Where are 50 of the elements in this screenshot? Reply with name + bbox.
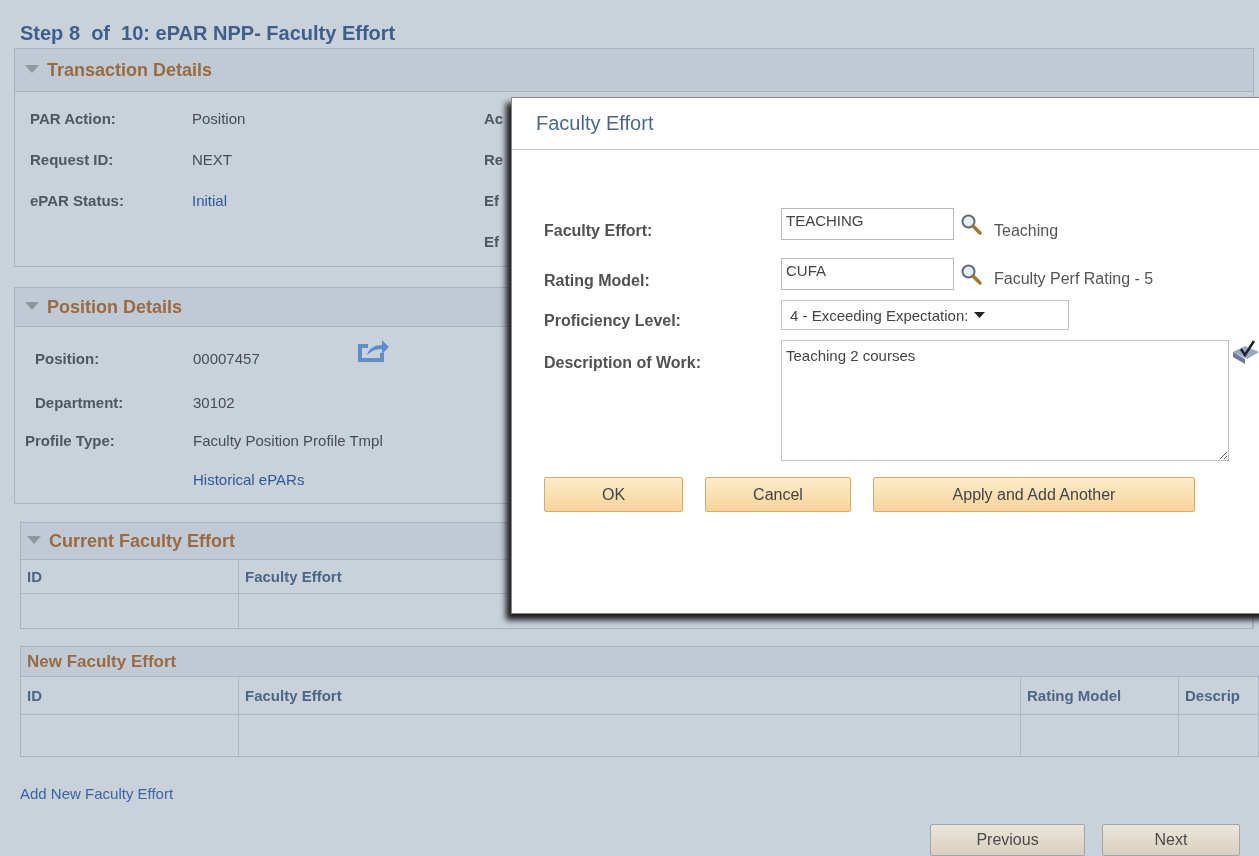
field-label: Position: [34,349,101,367]
column-header: Rating Model [1021,677,1179,715]
collapse-icon[interactable] [25,302,39,312]
field-label: Request ID: [30,151,115,168]
section-title: Position Details [47,296,183,318]
dialog-button[interactable]: OK [544,477,683,512]
search-icon[interactable] [960,213,982,235]
section-title: Transaction Details [47,59,213,81]
field-value: 30102 [193,393,235,411]
field-value: Faculty Position Profile Tmpl [193,432,383,449]
column-header: Faculty Effort [239,677,1021,715]
field-value: Position [192,110,246,127]
previous-button[interactable]: Previous [930,824,1085,856]
column-header: ID [21,677,239,715]
section-title: Current Faculty Effort [49,530,235,552]
caret-icon [974,312,986,318]
field-label: Description of Work: [544,353,703,372]
field-value: 00007457 [193,349,260,367]
field-label: Proficiency Level: [544,311,682,330]
field-label: Profile Type: [25,432,116,449]
field-label: PAR Action: [30,110,117,127]
search-icon[interactable] [960,263,982,285]
field-label: Ac [484,110,505,127]
collapse-icon[interactable] [25,65,39,75]
field-label: Ef [484,233,500,250]
column-header: Descrip [1179,677,1259,715]
field-label: Faculty Effort: [544,221,654,240]
description-field[interactable]: Teaching 2 courses [781,340,1229,461]
field-label: Department: [34,393,125,411]
page-title: Step 8 of 10: ePAR NPP- Faculty Effort [19,22,397,46]
field-label: Re [484,151,505,168]
next-button[interactable]: Next [1102,824,1240,856]
add-effort-link[interactable]: Add New Faculty Effort [20,785,174,802]
field-description: Faculty Perf Rating - 5 [994,269,1154,288]
lookup-field[interactable]: CUFA [781,258,954,290]
field-description: Teaching [994,221,1059,240]
historical-link[interactable]: Historical ePARs [193,471,305,488]
section-title: New Faculty Effort [27,651,177,672]
column-header: ID [21,560,239,594]
field-label: Ef [484,192,500,209]
status-link[interactable]: Initial [192,192,228,209]
lookup-field[interactable]: TEACHING [781,208,954,240]
dialog-button[interactable]: Apply and Add Another [873,477,1195,512]
dialog-button[interactable]: Cancel [705,477,851,512]
field-label: Rating Model: [544,271,651,290]
field-label: ePAR Status: [30,192,125,209]
dialog-title: Faculty Effort [536,112,654,135]
proficiency-dropdown[interactable]: 4 - Exceeding Expectation: [781,300,1069,330]
field-value: NEXT [192,151,232,168]
collapse-icon[interactable] [27,536,41,546]
